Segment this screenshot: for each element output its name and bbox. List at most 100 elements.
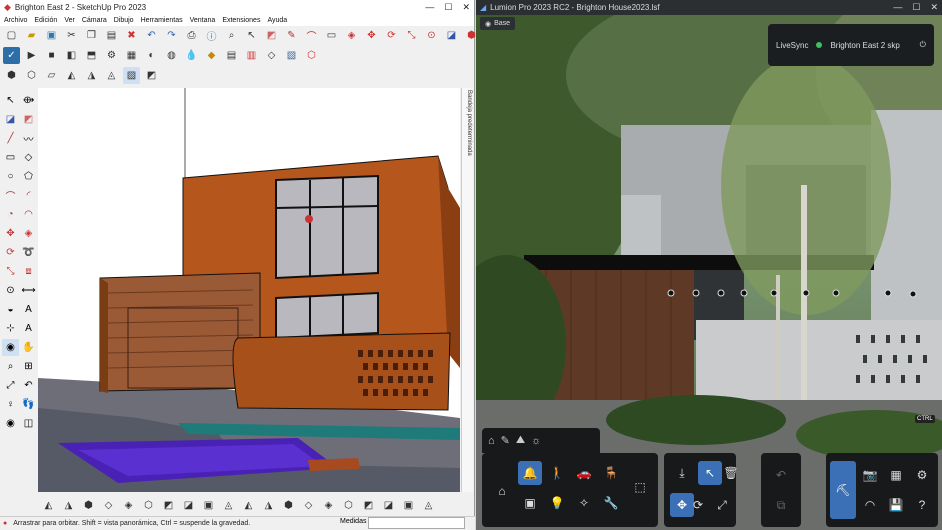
freehand-tool-icon[interactable]: 〰 — [20, 130, 37, 147]
axes-tool-icon[interactable]: ⊹ — [2, 320, 19, 337]
close-button[interactable]: ✕ — [462, 2, 470, 13]
polygon-tool-icon[interactable]: ⬠ — [20, 168, 37, 185]
textured-view-icon[interactable]: ◩ — [143, 67, 160, 84]
tool-r-icon[interactable]: ◪ — [380, 497, 397, 514]
cut-icon[interactable]: ✂ — [63, 27, 80, 44]
erase-icon[interactable]: ✖ — [123, 27, 140, 44]
tool-i-icon[interactable]: ▣ — [200, 497, 217, 514]
eraser-icon[interactable]: ◩ — [263, 27, 280, 44]
left-view-icon[interactable]: ◬ — [103, 67, 120, 84]
material-icon[interactable]: ◆ — [203, 47, 220, 64]
top-view-icon[interactable]: ⬡ — [23, 67, 40, 84]
arc2-tool-icon[interactable]: ◜ — [20, 187, 37, 204]
orbit-tool-icon[interactable]: ◉ — [2, 339, 19, 356]
arc-tool-icon[interactable]: ⌒ — [2, 187, 19, 204]
sync-camera-icon[interactable]: ◧ — [63, 47, 80, 64]
prev-view-icon[interactable]: ↶ — [20, 377, 37, 394]
front-view-icon[interactable]: ▱ — [43, 67, 60, 84]
menu-archivo[interactable]: Archivo — [4, 17, 27, 24]
menu-herramientas[interactable]: Herramientas — [141, 17, 183, 24]
menu-ver[interactable]: Ver — [64, 17, 75, 24]
brush-icon[interactable]: ✎ — [501, 434, 510, 447]
tool-f-icon[interactable]: ⬡ — [140, 497, 157, 514]
lumion-livesync-icon[interactable]: ✓ — [3, 47, 20, 64]
maximize-button[interactable]: ☐ — [444, 2, 452, 13]
extension-icon[interactable]: ⬡ — [303, 47, 320, 64]
tool-p-icon[interactable]: ⬡ — [340, 497, 357, 514]
water-drop-icon[interactable]: 💧 — [183, 47, 200, 64]
right-view-icon[interactable]: ◭ — [63, 67, 80, 84]
walk-tool-icon[interactable]: 👣 — [20, 396, 37, 413]
protractor-tool-icon[interactable]: ◒ — [2, 301, 19, 318]
dimension-tool-icon[interactable]: ⟷ — [20, 282, 37, 299]
print-icon[interactable]: ⎙ — [183, 27, 200, 44]
export-icon[interactable]: ⬒ — [83, 47, 100, 64]
lumion-close-button[interactable]: ✕ — [930, 2, 938, 13]
scale-tool-icon[interactable]: ⤡ — [2, 263, 19, 280]
scale-icon[interactable]: ⤡ — [403, 27, 420, 44]
back-view-icon[interactable]: ◮ — [83, 67, 100, 84]
paint-tool-icon[interactable]: ◪ — [2, 111, 19, 128]
section-plane-icon[interactable]: ◫ — [20, 415, 37, 432]
base-button[interactable]: ◉ Base — [480, 17, 516, 30]
movie-icon[interactable]: ▦ — [884, 463, 908, 487]
make-component-icon[interactable]: ⟴ — [20, 92, 37, 109]
line-tool-icon[interactable]: ╱ — [2, 130, 19, 147]
rotate-tool-icon[interactable]: ⟳ — [2, 244, 19, 261]
tool-d-icon[interactable]: ◇ — [100, 497, 117, 514]
weather-icon[interactable]: ☼ — [531, 435, 541, 447]
help-icon[interactable]: ? — [910, 493, 934, 517]
pushpull-tool-icon[interactable]: ◈ — [20, 225, 37, 242]
save-disk-icon[interactable]: 💾 — [884, 493, 908, 517]
rotated-rect-tool-icon[interactable]: ◇ — [20, 149, 37, 166]
rotate-icon[interactable]: ⟳ — [686, 493, 710, 517]
menu-ventana[interactable]: Ventana — [190, 17, 216, 24]
menu-ayuda[interactable]: Ayuda — [267, 17, 287, 24]
shadow-icon[interactable]: ◐ — [143, 47, 160, 64]
build-mode-icon[interactable]: ⛏ — [830, 461, 856, 519]
tape-tool-icon[interactable]: ⊙ — [2, 282, 19, 299]
followme-tool-icon[interactable]: ➰ — [20, 244, 37, 261]
layers-icon[interactable]: ▧ — [283, 47, 300, 64]
arc-icon[interactable]: ⌒ — [303, 27, 320, 44]
tool-n-icon[interactable]: ◇ — [300, 497, 317, 514]
tool-l-icon[interactable]: ◮ — [260, 497, 277, 514]
3dtext-tool-icon[interactable]: A — [20, 320, 37, 337]
zoom-tool-icon[interactable]: ⌕ — [2, 358, 19, 375]
scale-arrows-icon[interactable]: ⤢ — [710, 493, 734, 517]
tool-s-icon[interactable]: ▣ — [400, 497, 417, 514]
look-around-icon[interactable]: ◉ — [2, 415, 19, 432]
tool-b-icon[interactable]: ◮ — [60, 497, 77, 514]
outliner-icon[interactable]: ▤ — [223, 47, 240, 64]
settings-gear-icon[interactable]: ⚙ — [910, 463, 934, 487]
panorama-icon[interactable]: ◠ — [858, 493, 882, 517]
move-tool-icon[interactable]: ✥ — [2, 225, 19, 242]
tool-m-icon[interactable]: ⬢ — [280, 497, 297, 514]
zoom-icon[interactable]: ⌕ — [223, 27, 240, 44]
zoom-extents-icon[interactable]: ⤢ — [2, 377, 19, 394]
tool-a-icon[interactable]: ◭ — [40, 497, 57, 514]
camera-icon[interactable]: 📷 — [858, 463, 882, 487]
wrench-icon[interactable]: 🔧 — [599, 491, 623, 515]
sandbox-icon[interactable]: ◇ — [263, 47, 280, 64]
play-icon[interactable]: ▶ — [23, 47, 40, 64]
menu-edicion[interactable]: Edición — [34, 17, 57, 24]
tool-o-icon[interactable]: ◈ — [320, 497, 337, 514]
menu-camara[interactable]: Cámara — [82, 17, 107, 24]
menu-extensiones[interactable]: Extensiones — [222, 17, 260, 24]
model-info-icon[interactable]: ⓘ — [203, 27, 220, 44]
home-icon[interactable]: ⌂ — [488, 435, 495, 447]
bell-icon[interactable]: 🔔 — [518, 461, 542, 485]
select-icon[interactable]: ↖ — [243, 27, 260, 44]
rotate-icon[interactable]: ⟳ — [383, 27, 400, 44]
sketchup-viewport[interactable] — [38, 88, 460, 492]
pie-tool-icon[interactable]: ◔ — [2, 206, 19, 223]
pencil-icon[interactable]: ✎ — [283, 27, 300, 44]
copy-icon[interactable]: ❐ — [83, 27, 100, 44]
rect-tool-icon[interactable]: ▭ — [2, 149, 19, 166]
add-object-icon[interactable]: ⌂ — [490, 479, 514, 503]
minimize-button[interactable]: — — [425, 2, 434, 13]
lumion-minimize-button[interactable]: — — [893, 2, 902, 13]
tool-t-icon[interactable]: ◬ — [420, 497, 437, 514]
copy-object-icon[interactable]: ⧉ — [769, 493, 793, 517]
